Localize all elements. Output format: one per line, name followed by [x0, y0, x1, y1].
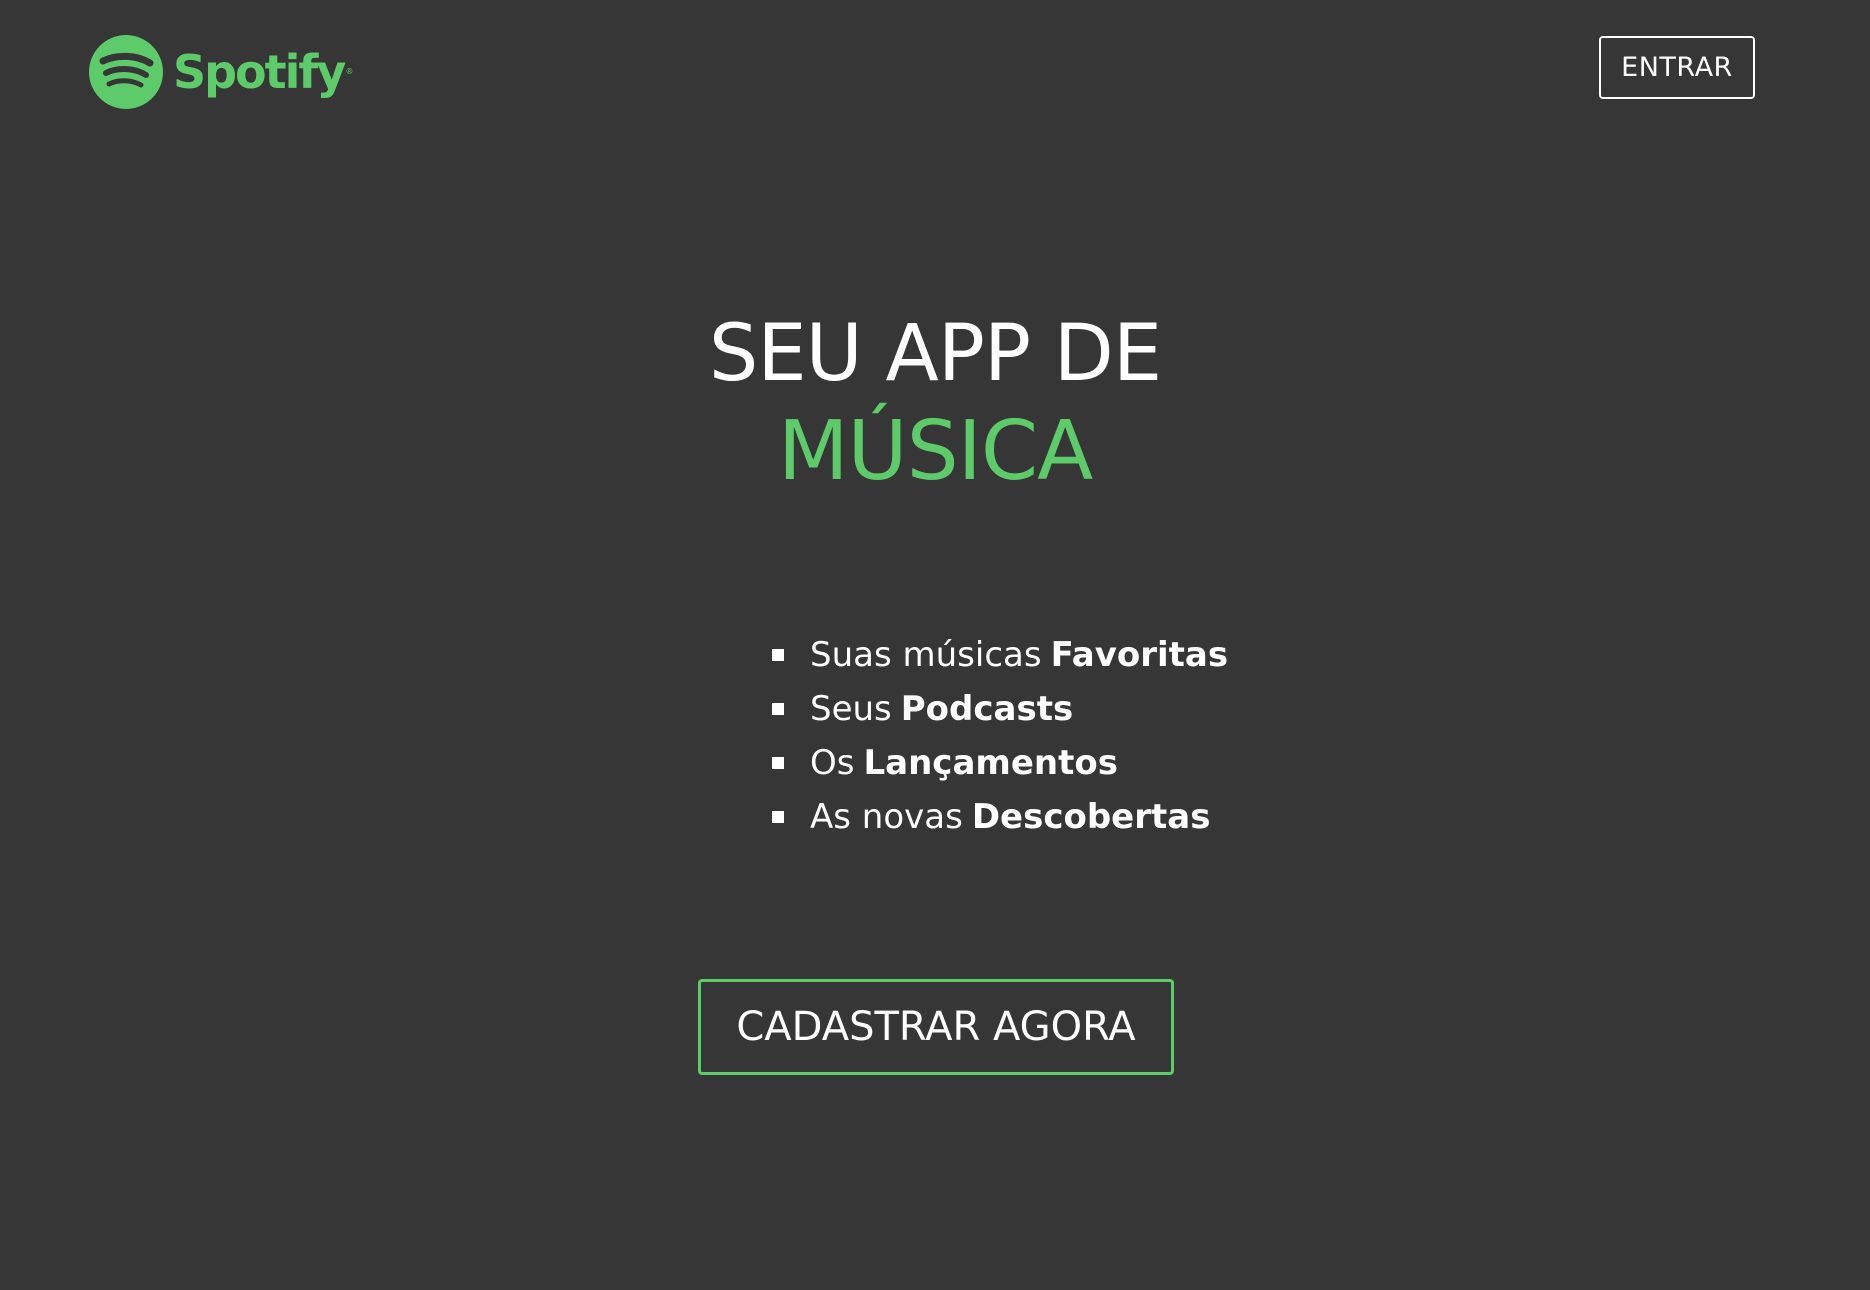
square-bullet-icon — [772, 811, 784, 823]
feature-highlight: Favoritas — [1050, 635, 1229, 675]
features-list: Suas músicas Favoritas Seus Podcasts Os … — [772, 628, 1228, 844]
registered-mark-icon: ® — [345, 67, 354, 76]
hero-title: SEU APP DE MÚSICA — [0, 305, 1870, 501]
feature-item: As novas Descobertas — [772, 790, 1228, 844]
hero-title-line2: MÚSICA — [777, 404, 1093, 499]
hero-title-line1: SEU APP DE — [708, 309, 1162, 399]
feature-text: Seus — [810, 689, 892, 729]
feature-item: Suas músicas Favoritas — [772, 628, 1228, 682]
spotify-logo[interactable]: Spotify ® — [89, 35, 353, 109]
feature-text: As novas — [810, 797, 963, 837]
landing-page: Spotify ® ENTRAR SEU APP DE MÚSICA Suas m… — [0, 0, 1870, 1290]
logo-wordmark: Spotify — [173, 45, 346, 99]
spotify-logo-icon — [89, 35, 163, 109]
signup-now-button[interactable]: CADASTRAR AGORA — [698, 979, 1174, 1075]
feature-text: Os — [810, 743, 855, 783]
login-button[interactable]: ENTRAR — [1599, 36, 1755, 99]
feature-highlight: Descobertas — [971, 797, 1211, 837]
feature-highlight: Podcasts — [900, 689, 1074, 729]
square-bullet-icon — [772, 757, 784, 769]
square-bullet-icon — [772, 649, 784, 661]
feature-highlight: Lançamentos — [863, 743, 1118, 783]
feature-item: Os Lançamentos — [772, 736, 1228, 790]
feature-text: Suas músicas — [810, 635, 1042, 675]
feature-item: Seus Podcasts — [772, 682, 1228, 736]
square-bullet-icon — [772, 703, 784, 715]
